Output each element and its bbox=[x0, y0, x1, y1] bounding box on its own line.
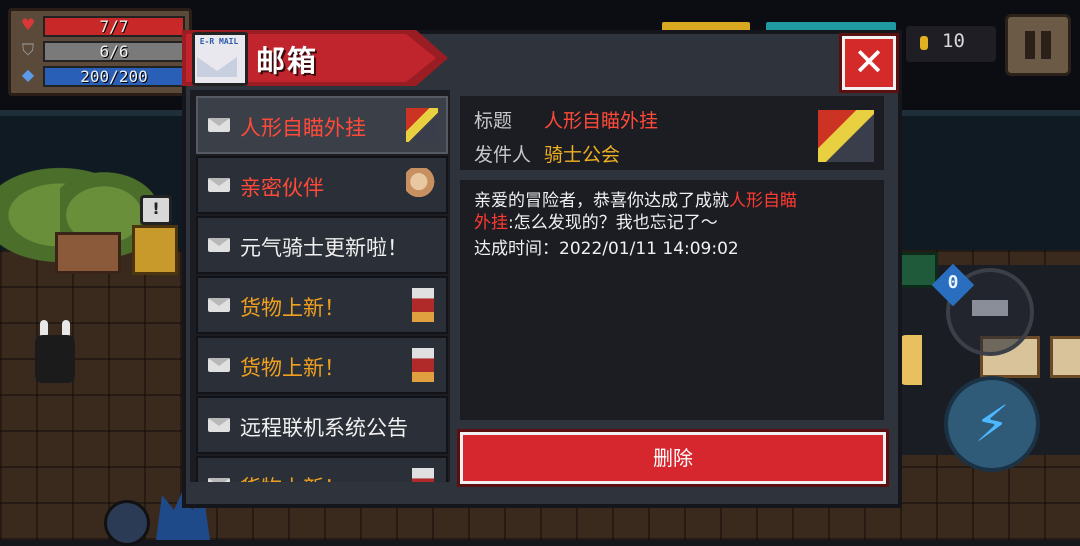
body-suffix: :怎么发现的？我也忘记了～ bbox=[508, 213, 718, 233]
body-prefix: 亲爱的冒险者，恭喜你达成了成就 bbox=[474, 191, 729, 211]
delete-label: 删除 bbox=[653, 446, 693, 470]
armor-text: 6/6 bbox=[99, 42, 129, 61]
mail-logo-text: E-R MAIL bbox=[199, 37, 239, 46]
mail-list-item-label: 亲密伙伴 bbox=[240, 176, 324, 200]
mail-icon: E-R MAIL bbox=[192, 32, 248, 86]
robot-icon bbox=[406, 108, 438, 142]
crate-sprite bbox=[55, 232, 121, 274]
pause-icon bbox=[1025, 31, 1035, 59]
npc-sprite[interactable] bbox=[132, 225, 178, 275]
mail-list-item[interactable]: 元气骑士更新啦！ bbox=[196, 216, 448, 274]
subject-label: 标题 bbox=[474, 110, 513, 132]
sender-label: 发件人 bbox=[474, 144, 532, 166]
hp-text: 7/7 bbox=[99, 17, 129, 36]
lightning-icon: ⚡ bbox=[974, 395, 1010, 453]
exclamation-icon: ! bbox=[140, 195, 172, 225]
coin-counter: 10 bbox=[906, 26, 996, 62]
body-highlight: 人形自瞄 bbox=[729, 191, 797, 211]
mail-list-item-label: 远程联机系统公告 bbox=[240, 416, 408, 440]
mail-list-item[interactable]: 亲密伙伴 bbox=[196, 156, 448, 214]
close-button[interactable]: ✕ bbox=[842, 36, 896, 90]
mail-body-text: 亲爱的冒险者，恭喜你达成了成就人形自瞄外挂:怎么发现的？我也忘记了～ bbox=[474, 190, 874, 234]
diamond-icon: ◆ bbox=[21, 65, 35, 84]
coin-count: 10 bbox=[942, 30, 965, 52]
mail-list-item-label: 货物上新！ bbox=[240, 356, 345, 380]
mail-list-item[interactable]: 货物上新！ bbox=[196, 456, 448, 482]
pause-icon bbox=[1041, 31, 1051, 59]
merchant-icon bbox=[412, 348, 434, 382]
armor-bar: 6/6 bbox=[43, 41, 185, 62]
gun-icon bbox=[972, 300, 1008, 316]
mail-list-item[interactable]: 货物上新！ bbox=[196, 336, 448, 394]
mail-list-item-label: 货物上新！ bbox=[240, 472, 345, 482]
mail-list-item[interactable]: 远程联机系统公告 bbox=[196, 396, 448, 454]
skill-button[interactable]: ⚡ bbox=[944, 376, 1040, 472]
mailbox-title: 邮箱 bbox=[256, 44, 319, 78]
body-highlight: 外挂 bbox=[474, 213, 508, 233]
player-character bbox=[35, 335, 75, 383]
chest-sprite bbox=[898, 252, 938, 288]
hp-row: ♥ 7/7 bbox=[17, 15, 185, 37]
mail-list-item-label: 元气骑士更新啦！ bbox=[240, 236, 408, 260]
energy-bar: 200/200 bbox=[43, 66, 185, 87]
achieved-time: 达成时间：2022/01/11 14:09:02 bbox=[474, 239, 739, 259]
achievement-robot-icon bbox=[818, 110, 874, 162]
close-icon: ✕ bbox=[853, 40, 885, 84]
mail-list-item[interactable]: 货物上新！ bbox=[196, 276, 448, 334]
mail-list[interactable]: 人形自瞄外挂亲密伙伴元气骑士更新啦！货物上新！货物上新！远程联机系统公告货物上新… bbox=[190, 90, 450, 482]
player-stats-panel: ♥ 7/7 ⛉ 6/6 ◆ 200/200 bbox=[8, 8, 192, 96]
subject-value: 人形自瞄外挂 bbox=[544, 110, 659, 132]
mail-list-item-label: 人形自瞄外挂 bbox=[240, 116, 366, 140]
pause-button[interactable] bbox=[1005, 14, 1071, 76]
pair-icon bbox=[406, 168, 438, 202]
sender-value: 骑士公会 bbox=[544, 144, 621, 166]
merchant-icon bbox=[412, 468, 434, 482]
mail-list-item-label: 货物上新！ bbox=[240, 296, 345, 320]
envelope-flap bbox=[197, 57, 237, 77]
armor-row: ⛉ 6/6 bbox=[17, 40, 185, 62]
mail-list-item[interactable]: 人形自瞄外挂 bbox=[196, 96, 448, 154]
shield-icon: ⛉ bbox=[21, 40, 34, 59]
hp-bar: 7/7 bbox=[43, 16, 185, 37]
heart-icon: ♥ bbox=[20, 15, 36, 34]
wall-frame bbox=[1050, 336, 1080, 378]
barrel-sprite bbox=[104, 500, 150, 546]
energy-text: 200/200 bbox=[80, 67, 148, 86]
weapon-badge-text: 0 bbox=[947, 272, 959, 293]
merchant-icon bbox=[412, 288, 434, 322]
delete-button[interactable]: 删除 bbox=[460, 432, 886, 484]
energy-row: ◆ 200/200 bbox=[17, 65, 185, 87]
coin-icon bbox=[920, 36, 928, 50]
